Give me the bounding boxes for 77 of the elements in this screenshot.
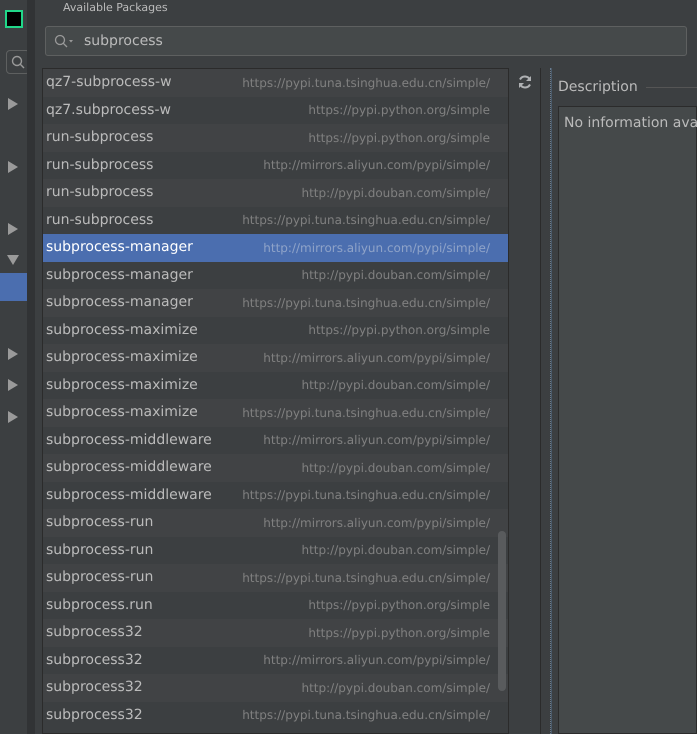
repository-url: https://pypi.python.org/simple bbox=[308, 130, 490, 147]
package-name: run-subprocess bbox=[46, 156, 154, 175]
collapse-arrow-icon[interactable] bbox=[7, 254, 19, 266]
repository-url: http://pypi.douban.com/simple/ bbox=[301, 460, 490, 477]
repository-url: https://pypi.tuna.tsinghua.edu.cn/simple/ bbox=[242, 294, 490, 312]
repository-url: https://pypi.tuna.tsinghua.edu.cn/simple/ bbox=[242, 570, 490, 587]
package-name: subprocess-manager bbox=[46, 293, 193, 312]
window-title: Available Packages bbox=[63, 2, 168, 12]
package-name: run-subprocess bbox=[46, 128, 154, 148]
package-row[interactable]: subprocess32 http://pypi.douban.com/simple/ bbox=[43, 674, 508, 702]
package-name: qz7-subprocess-w bbox=[46, 73, 172, 92]
package-row[interactable]: run-subprocess https://pypi.python.org/simple bbox=[43, 124, 508, 152]
repository-url: http://pypi.douban.com/simple/ bbox=[301, 542, 490, 560]
description-text: No information ava bbox=[564, 114, 696, 133]
package-row[interactable]: qz7-subprocess-w https://pypi.tuna.tsinghua.edu.cn/simple/ bbox=[43, 69, 508, 96]
package-name: subprocess-run bbox=[46, 568, 154, 588]
package-name: subprocess-maximize bbox=[46, 320, 198, 340]
package-name: run-subprocess bbox=[46, 210, 154, 230]
package-name: subprocess-maximize bbox=[46, 376, 198, 395]
repository-url: http://mirrors.aliyun.com/pypi/simple/ bbox=[263, 514, 490, 532]
repository-url: http://pypi.douban.com/simple/ bbox=[301, 680, 490, 697]
refresh-icon[interactable] bbox=[516, 74, 532, 90]
package-row[interactable]: subprocess-manager https://pypi.tuna.tsinghua.edu.cn/simple/ bbox=[43, 289, 508, 316]
repository-url: http://pypi.douban.com/simple/ bbox=[301, 184, 490, 202]
package-name: subprocess-maximize bbox=[46, 403, 198, 422]
section-title: Description bbox=[558, 78, 638, 96]
package-name: subprocess32 bbox=[46, 706, 143, 725]
repository-url: https://pypi.tuna.tsinghua.edu.cn/simple/ bbox=[242, 404, 490, 422]
package-name: subprocess-middleware bbox=[46, 430, 212, 450]
package-row[interactable]: subprocess-run http://mirrors.aliyun.com/pypi/simple/ bbox=[43, 509, 508, 536]
scrollbar-thumb[interactable] bbox=[498, 531, 506, 691]
repository-url: https://pypi.python.org/simple bbox=[308, 322, 490, 340]
package-name: run-subprocess bbox=[46, 183, 154, 202]
package-name: subprocess.run bbox=[46, 596, 153, 615]
search-icon bbox=[10, 55, 24, 69]
repository-url: http://mirrors.aliyun.com/pypi/simple/ bbox=[263, 652, 490, 670]
repository-url: https://pypi.python.org/simple bbox=[308, 597, 490, 614]
package-name: subprocess-run bbox=[46, 540, 154, 560]
package-name: subprocess-middleware bbox=[46, 486, 212, 505]
expand-arrow-icon[interactable] bbox=[7, 161, 19, 173]
repository-url: http://mirrors.aliyun.com/pypi/simple/ bbox=[263, 157, 490, 174]
package-row[interactable]: subprocess32 https://pypi.python.org/simple bbox=[43, 619, 508, 646]
expand-arrow-icon[interactable] bbox=[7, 223, 19, 235]
package-name: subprocess-manager bbox=[46, 266, 193, 285]
expand-arrow-icon[interactable] bbox=[7, 379, 19, 391]
repository-url: http://mirrors.aliyun.com/pypi/simple/ bbox=[263, 350, 490, 367]
repository-url: https://pypi.tuna.tsinghua.edu.cn/simple/ bbox=[242, 487, 490, 504]
package-name: subprocess32 bbox=[46, 678, 143, 698]
search-field[interactable]: subprocess bbox=[45, 26, 687, 56]
package-name: qz7.subprocess-w bbox=[46, 100, 171, 120]
package-row[interactable]: subprocess-maximize https://pypi.tuna.tsinghua.edu.cn/simple/ bbox=[43, 399, 508, 426]
package-name: subprocess-run bbox=[46, 513, 154, 532]
repository-url: http://mirrors.aliyun.com/pypi/simple/ bbox=[263, 240, 490, 257]
repository-url: https://pypi.tuna.tsinghua.edu.cn/simple/ bbox=[242, 707, 490, 724]
expand-arrow-icon[interactable] bbox=[7, 348, 19, 360]
expand-arrow-icon[interactable] bbox=[7, 98, 19, 110]
app-logo-icon bbox=[4, 10, 22, 28]
package-name: subprocess32 bbox=[46, 650, 143, 670]
package-row[interactable]: subprocess-manager http://mirrors.aliyun.com/pypi/simple/ bbox=[43, 234, 508, 262]
package-name: subprocess-maximize bbox=[46, 348, 198, 368]
package-row[interactable]: run-subprocess http://pypi.douban.com/simple/ bbox=[43, 179, 508, 206]
search-input: subprocess bbox=[84, 30, 678, 52]
package-row[interactable]: subprocess-run https://pypi.tuna.tsinghua.edu.cn/simple/ bbox=[43, 564, 508, 592]
repository-url: http://pypi.douban.com/simple/ bbox=[301, 377, 490, 394]
repository-url: https://pypi.tuna.tsinghua.edu.cn/simple/ bbox=[242, 212, 490, 230]
package-name: subprocess-manager bbox=[46, 238, 193, 258]
package-row[interactable]: subprocess-maximize http://mirrors.aliyun.com/pypi/simple/ bbox=[43, 344, 508, 372]
package-name: subprocess-middleware bbox=[46, 458, 212, 478]
expand-arrow-icon[interactable] bbox=[7, 411, 19, 423]
package-name: subprocess32 bbox=[46, 623, 143, 642]
repository-url: https://pypi.python.org/simple bbox=[308, 624, 490, 642]
repository-url: https://pypi.python.org/simple bbox=[308, 102, 490, 120]
repository-url: https://pypi.tuna.tsinghua.edu.cn/simple/ bbox=[242, 74, 490, 92]
package-row[interactable]: subprocess-middleware http://pypi.douban.com/simple/ bbox=[43, 454, 508, 482]
repository-url: http://mirrors.aliyun.com/pypi/simple/ bbox=[263, 432, 490, 450]
search-icon bbox=[54, 34, 74, 48]
repository-url: http://pypi.douban.com/simple/ bbox=[301, 267, 490, 284]
